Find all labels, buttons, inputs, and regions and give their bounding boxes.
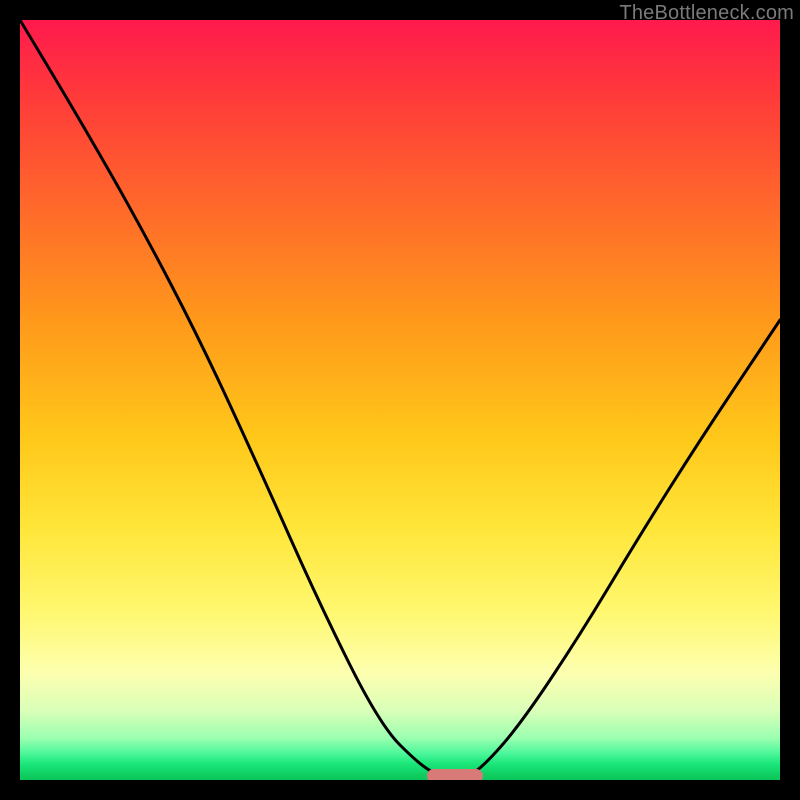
optimal-range-marker xyxy=(427,769,483,780)
bottleneck-curve xyxy=(20,20,780,780)
plot-area xyxy=(20,20,780,780)
chart-frame: TheBottleneck.com xyxy=(0,0,800,800)
curve-layer xyxy=(20,20,780,780)
